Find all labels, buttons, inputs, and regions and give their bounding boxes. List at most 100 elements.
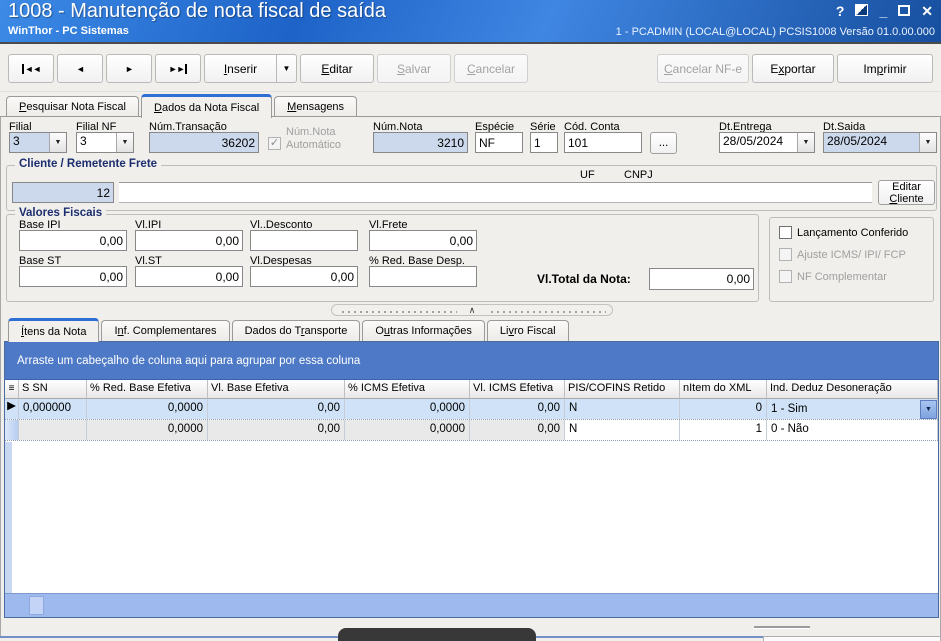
grid-cell[interactable]: 0 (680, 399, 767, 419)
vl-frete-field[interactable] (369, 230, 477, 251)
ajuste-icms-checkbox[interactable] (779, 248, 792, 261)
num-transacao-field[interactable] (149, 132, 259, 153)
app-window: 1008 - Manutenção de nota fiscal de saíd… (0, 0, 941, 641)
minimize-icon[interactable]: _ (879, 2, 887, 20)
column-header-vl-base-efetiva[interactable]: Vl. Base Efetiva (208, 380, 345, 399)
groupby-bar[interactable]: Arraste um cabeçalho de coluna aqui para… (5, 342, 938, 380)
titlebar: 1008 - Manutenção de nota fiscal de saíd… (0, 0, 941, 44)
grid-cell[interactable]: 0,000000 (19, 399, 87, 419)
salvar-button[interactable]: Salvar (377, 54, 451, 83)
grid-cell[interactable]: 0,0000 (345, 420, 470, 440)
cell-dropdown-button[interactable]: ▼ (920, 399, 937, 419)
grid-cell[interactable]: 1 - Sim ▼ (767, 399, 938, 419)
chevron-down-icon[interactable]: ▼ (116, 133, 133, 152)
dropdown-glyph: ▼ (54, 139, 62, 146)
tab-itens-da-nota[interactable]: Ítens da Nota (8, 318, 100, 342)
tab-livro-fiscal[interactable]: Livro Fiscal (486, 320, 569, 341)
cod-conta-browse-button[interactable]: ... (650, 132, 677, 154)
grid-cell[interactable]: 0,00 (470, 420, 565, 440)
cliente-codigo-field[interactable] (12, 182, 114, 203)
grid-cell[interactable]: 0,00 (208, 420, 345, 440)
chevron-down-icon[interactable]: ▼ (919, 133, 936, 152)
vl-despesas-field[interactable] (250, 266, 358, 287)
grid-cell[interactable]: 0,0000 (345, 399, 470, 419)
grid-cell[interactable]: 0 - Não (767, 420, 938, 440)
grid-cell[interactable]: 0,0000 (87, 399, 208, 419)
vl-desconto-field[interactable] (250, 230, 358, 251)
grid-cell[interactable] (19, 420, 87, 440)
cliente-nome-field[interactable] (119, 182, 872, 203)
grid-cell[interactable]: 0,00 (208, 399, 345, 419)
table-row[interactable]: 0,0000 0,00 0,0000 0,00 N 1 0 - Não (5, 420, 938, 441)
last-record-button[interactable]: ►► (155, 54, 201, 83)
cancelar-nfe-button[interactable]: Cancelar NF-e (657, 54, 749, 83)
grid-cell[interactable]: 0,00 (470, 399, 565, 419)
grid-customize-icon[interactable]: ≡ (5, 380, 19, 399)
cod-conta-field[interactable] (564, 132, 642, 153)
close-icon[interactable]: ✕ (921, 2, 933, 20)
inserir-button[interactable]: Inserir (204, 54, 277, 83)
num-nota-field[interactable] (373, 132, 468, 153)
nf-complementar-checkbox[interactable] (779, 270, 792, 283)
grid-cell[interactable]: 1 (680, 420, 767, 440)
column-header-icms-efetiva[interactable]: % ICMS Efetiva (345, 380, 470, 399)
help-icon[interactable]: ? (836, 2, 845, 20)
vl-total-field[interactable] (649, 268, 754, 290)
red-base-desp-field[interactable] (369, 266, 477, 287)
table-row[interactable]: ▶ 0,000000 0,0000 0,00 0,0000 0,00 N 0 1… (5, 399, 938, 420)
especie-field[interactable] (475, 132, 523, 153)
cancelar-button[interactable]: Cancelar (454, 54, 528, 83)
toolbar: ◄◄ ◄ ► ►► Inserir ▼ Editar Salvar Cancel… (0, 46, 941, 92)
filial-combo[interactable]: 3 ▼ (9, 132, 67, 153)
restore-icon[interactable] (855, 2, 869, 20)
horizontal-scrollbar[interactable] (5, 593, 938, 617)
filial-nf-combo[interactable]: 3 ▼ (76, 132, 134, 153)
num-nota-automatico-checkbox[interactable]: ✓ (268, 137, 281, 150)
tab-dados-do-transporte[interactable]: Dados do Transporte (231, 320, 361, 341)
lancamento-conferido-checkbox[interactable] (779, 226, 792, 239)
next-record-button[interactable]: ► (106, 54, 152, 83)
vl-ipi-field[interactable] (135, 230, 243, 251)
column-header-vl-icms-efetiva[interactable]: Vl. ICMS Efetiva (470, 380, 565, 399)
grid-cell[interactable]: 0,0000 (87, 420, 208, 440)
splitter-dots (487, 307, 606, 313)
collapse-up-icon[interactable]: ∧ (463, 305, 482, 315)
column-header-ind-deduz-desoneracao[interactable]: Ind. Deduz Desoneração (767, 380, 938, 399)
inserir-dropdown-button[interactable]: ▼ (277, 54, 297, 83)
chevron-down-icon[interactable]: ▼ (49, 133, 66, 152)
exportar-button[interactable]: Exportar (752, 54, 834, 83)
editar-cliente-button[interactable]: Editar Cliente (878, 180, 935, 205)
dt-entrega-combo[interactable]: 28/05/2024 ▼ (719, 132, 815, 153)
window-title: 1008 - Manutenção de nota fiscal de saíd… (8, 0, 387, 22)
dt-saida-combo[interactable]: 28/05/2024 ▼ (823, 132, 937, 153)
grid-cell[interactable]: N (565, 399, 680, 419)
valores-fiscais-group-label: Valores Fiscais (15, 207, 107, 219)
tab-outras-informacoes[interactable]: Outras Informações (362, 320, 485, 341)
grid-cell[interactable]: N (565, 420, 680, 440)
tab-mensagens[interactable]: Mensagens (274, 96, 358, 117)
previous-record-button[interactable]: ◄ (57, 54, 103, 83)
editar-button[interactable]: Editar (300, 54, 374, 83)
background-window-fragment (338, 628, 536, 641)
panel-splitter[interactable]: ∧ (331, 304, 613, 316)
column-header-pis-cofins-retido[interactable]: PIS/COFINS Retido (565, 380, 680, 399)
maximize-icon[interactable] (898, 2, 911, 20)
tab-pesquisar-nota-fiscal[interactable]: Pesquisar Nota Fiscal (6, 96, 139, 117)
base-ipi-field[interactable] (19, 230, 127, 251)
imprimir-button[interactable]: Imprimir (837, 54, 933, 83)
window-controls: ? _ ✕ (836, 2, 933, 20)
column-header-nitem-do-xml[interactable]: nItem do XML (680, 380, 767, 399)
resize-grip[interactable] (754, 626, 810, 629)
base-st-field[interactable] (19, 266, 127, 287)
chevron-down-icon[interactable]: ▼ (797, 133, 814, 152)
tab-inf-complementares[interactable]: Inf. Complementares (101, 320, 230, 341)
first-record-button[interactable]: ◄◄ (8, 54, 54, 83)
vl-st-field[interactable] (135, 266, 243, 287)
serie-field[interactable] (530, 132, 558, 153)
tab-dados-da-nota-fiscal[interactable]: Dados da Nota Fiscal (141, 94, 273, 118)
column-header-s-sn[interactable]: S SN (19, 380, 87, 399)
detail-tabs: Ítens da Nota Inf. Complementares Dados … (8, 317, 569, 342)
column-header-red-base-efetiva[interactable]: % Red. Base Efetiva (87, 380, 208, 399)
flags-groupbox: Lançamento Conferido Ajuste ICMS/ IPI/ F… (769, 217, 934, 302)
scrollbar-thumb[interactable] (29, 596, 44, 615)
